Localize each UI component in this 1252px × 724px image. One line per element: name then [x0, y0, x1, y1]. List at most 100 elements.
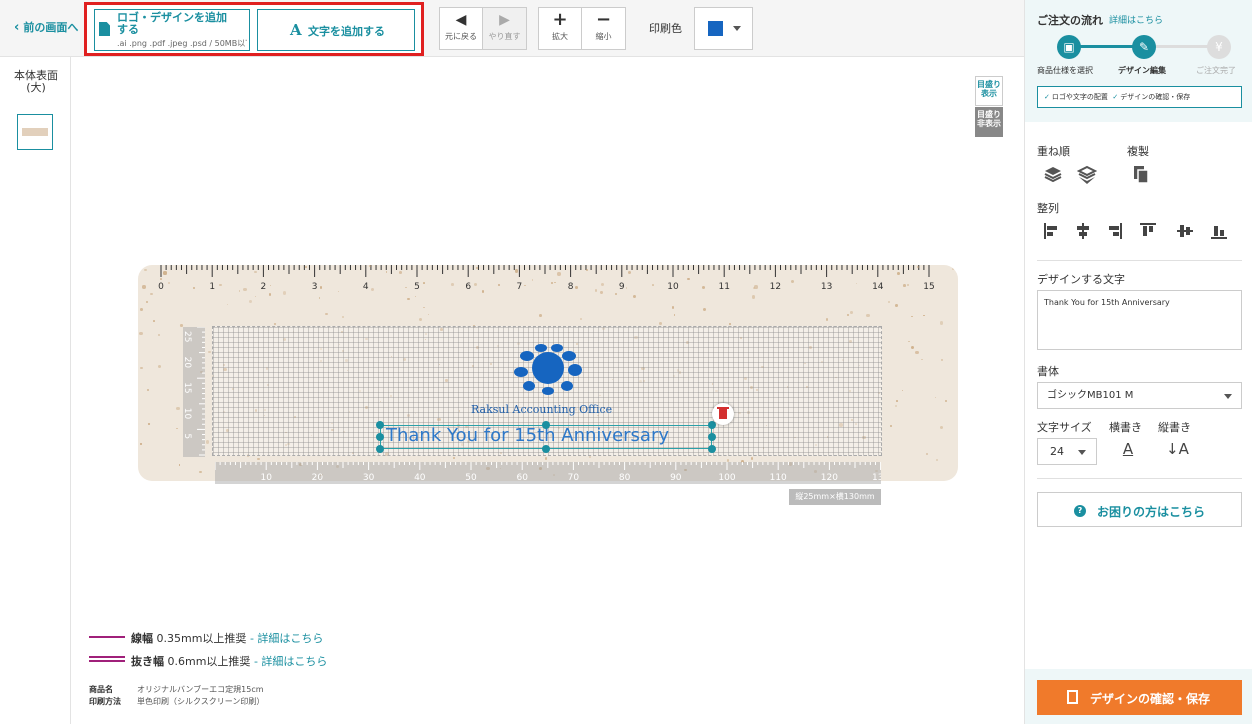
face-thumbnail-image: [22, 128, 48, 136]
font-size-select[interactable]: 24: [1037, 438, 1097, 465]
ruler-tick-label: 11: [718, 282, 729, 292]
guide-show-toggle[interactable]: 目盛り表示: [975, 76, 1003, 106]
bamboo-speck: [915, 350, 919, 354]
design-text-label: デザインする文字: [1037, 273, 1125, 286]
resize-handle[interactable]: [376, 421, 384, 429]
print-color-select[interactable]: [694, 7, 753, 50]
duplicate-icon[interactable]: [1131, 164, 1151, 184]
product-name-label: 商品名: [89, 685, 113, 694]
bamboo-speck: [140, 308, 144, 311]
add-text-button[interactable]: A 文字を追加する: [257, 9, 415, 51]
bamboo-speck: [342, 316, 345, 319]
bamboo-speck: [423, 281, 426, 284]
align-middle-icon[interactable]: [1176, 222, 1194, 240]
bring-forward-icon[interactable]: [1043, 164, 1063, 184]
send-backward-icon[interactable]: [1077, 164, 1097, 184]
bamboo-speck: [158, 364, 161, 368]
bamboo-speck: [579, 317, 582, 320]
bamboo-speck: [544, 457, 548, 460]
bamboo-speck: [627, 270, 631, 274]
bamboo-speck: [615, 292, 617, 295]
font-size-label: 文字サイズ: [1037, 421, 1092, 434]
face-thumbnail[interactable]: [17, 114, 53, 150]
bamboo-speck: [903, 283, 906, 287]
design-text: Thank You for 15th Anniversary: [386, 425, 670, 446]
guide-hide-toggle[interactable]: 目盛り非表示: [975, 107, 1003, 137]
line-width-text: 線幅 0.35mm以上推奨 - 詳細はこちら: [131, 630, 323, 646]
logo-mark-icon[interactable]: [511, 344, 585, 396]
plus-icon: +: [552, 9, 568, 30]
bamboo-speck: [514, 269, 518, 273]
zoom-out-button[interactable]: − 縮小: [582, 8, 625, 49]
align-left-icon[interactable]: [1043, 222, 1061, 240]
horizontal-writing-icon[interactable]: A: [1117, 440, 1139, 462]
check-icon: ✓: [1044, 93, 1050, 101]
vertical-writing-icon[interactable]: ↓A: [1166, 440, 1189, 462]
face-label-line: (大): [26, 81, 46, 94]
resize-handle[interactable]: [376, 445, 384, 453]
step-label: 商品仕様を選択: [1037, 66, 1093, 75]
resize-handle[interactable]: [708, 433, 716, 441]
line-width-value: 0.35mm以上推奨: [156, 632, 247, 645]
bamboo-speck: [908, 340, 910, 343]
bamboo-speck: [911, 315, 913, 318]
selected-text-element[interactable]: Thank You for 15th Anniversary: [376, 421, 716, 453]
text-icon: A: [290, 21, 302, 39]
add-logo-button[interactable]: ロゴ・デザインを追加する .ai .png .pdf .jpeg .psd / …: [94, 9, 250, 51]
redo-button[interactable]: ▶ やり直す: [483, 8, 526, 49]
area-tick-label: 70: [568, 473, 580, 483]
sub-step: デザインの確認・保存: [1120, 93, 1191, 101]
bamboo-speck: [846, 313, 850, 317]
align-center-icon[interactable]: [1074, 222, 1092, 240]
knockout-value: 0.6mm以上推奨: [167, 655, 251, 668]
back-link[interactable]: ‹ 前の画面へ: [14, 19, 78, 35]
line-width-label: 線幅: [131, 632, 153, 645]
bamboo-speck: [325, 312, 328, 316]
bamboo-speck: [539, 313, 542, 317]
ruler-tick-label: 15: [923, 282, 934, 292]
flow-detail-link[interactable]: 詳細はこちら: [1109, 13, 1163, 26]
resize-handle[interactable]: [708, 445, 716, 453]
product-name-row: 商品名 オリジナルバンブーエコ定規15cm: [89, 684, 264, 696]
bamboo-speck: [481, 290, 484, 293]
divider: [1037, 478, 1242, 479]
caret-down-icon: [733, 26, 741, 31]
bamboo-speck: [142, 285, 146, 289]
resize-handle[interactable]: [542, 445, 550, 453]
bamboo-speck: [337, 290, 339, 292]
bamboo-speck: [192, 286, 195, 289]
bamboo-speck: [894, 404, 897, 407]
bamboo-speck: [944, 399, 948, 402]
align-right-icon[interactable]: [1105, 222, 1123, 240]
bamboo-speck: [901, 389, 904, 392]
vertical-label: 縦書き: [1158, 421, 1191, 434]
bamboo-speck: [935, 396, 937, 398]
align-bottom-icon[interactable]: [1210, 222, 1228, 240]
zoom-in-button[interactable]: + 拡大: [539, 8, 582, 49]
design-text-input[interactable]: Thank You for 15th Anniversary: [1037, 290, 1242, 350]
align-top-icon[interactable]: [1139, 222, 1157, 240]
confirm-save-button[interactable]: デザインの確認・保存: [1037, 680, 1242, 715]
bamboo-speck: [574, 286, 578, 289]
document-icon: [1067, 690, 1078, 704]
bamboo-speck: [702, 307, 706, 311]
add-content-group: ロゴ・デザインを追加する .ai .png .pdf .jpeg .psd / …: [84, 2, 424, 56]
bamboo-speck: [600, 291, 603, 294]
bamboo-speck: [140, 366, 144, 370]
question-icon: ?: [1074, 505, 1086, 517]
bamboo-speck: [157, 333, 160, 336]
print-method-label: 印刷方法: [89, 697, 121, 706]
undo-button[interactable]: ◀ 元に戻る: [440, 8, 483, 49]
help-button[interactable]: ? お困りの方はこちら: [1037, 492, 1242, 527]
area-tick-label: 10: [260, 473, 272, 483]
delete-element-button[interactable]: [712, 403, 734, 425]
knockout-detail-link[interactable]: - 詳細はこちら: [254, 655, 327, 668]
help-button-label: お困りの方はこちら: [1097, 505, 1206, 519]
line-width-detail-link[interactable]: - 詳細はこちら: [250, 632, 323, 645]
font-size-value: 24: [1050, 445, 1064, 458]
resize-handle[interactable]: [542, 421, 550, 429]
ruler-tick-label: 8: [568, 282, 574, 292]
font-select[interactable]: ゴシックMB101 M: [1037, 382, 1242, 409]
resize-handle[interactable]: [376, 433, 384, 441]
sub-step: ロゴや文字の配置: [1051, 93, 1108, 101]
